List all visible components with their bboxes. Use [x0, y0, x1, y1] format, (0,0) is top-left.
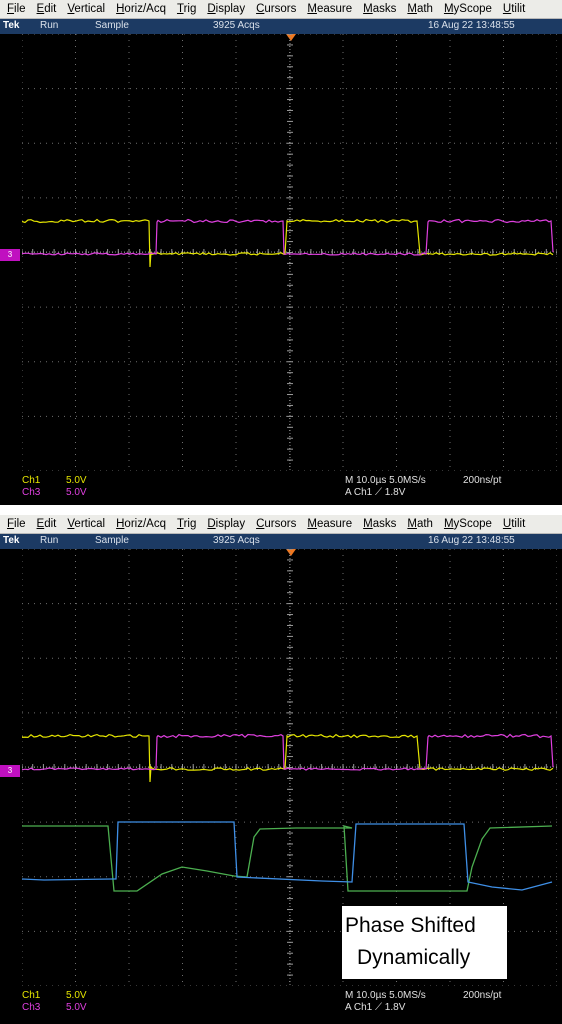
menu-edit[interactable]: Edit — [37, 3, 57, 15]
menu-vertical[interactable]: Vertical — [67, 518, 105, 530]
ch3-label[interactable]: Ch3 — [22, 487, 40, 498]
divider — [0, 505, 562, 515]
run-state[interactable]: Run — [40, 535, 58, 546]
waveform-display — [22, 34, 557, 471]
timestamp: 16 Aug 22 13:48:55 — [428, 20, 515, 31]
trigger-readout[interactable]: A Ch1 ⟋ 1.8V — [345, 1002, 405, 1013]
ch3-scale[interactable]: 5.0V — [66, 487, 87, 498]
menu-math[interactable]: Math — [407, 3, 433, 15]
menu-utilities[interactable]: Utilit — [503, 3, 525, 15]
blue-trace — [22, 822, 552, 890]
ch3-ground-marker[interactable]: 3 — [0, 765, 20, 777]
status-bar: Tek Run Sample 3925 Acqs 16 Aug 22 13:48… — [0, 19, 562, 34]
menu-cursors[interactable]: Cursors — [256, 3, 296, 15]
timebase-readout[interactable]: M 10.0µs 5.0MS/s — [345, 475, 426, 486]
menu-file[interactable]: File — [7, 3, 26, 15]
menu-vertical[interactable]: Vertical — [67, 3, 105, 15]
menu-display[interactable]: Display — [207, 518, 245, 530]
menu-trig[interactable]: Trig — [177, 3, 196, 15]
timestamp: 16 Aug 22 13:48:55 — [428, 535, 515, 546]
status-bar: Tek Run Sample 3925 Acqs 16 Aug 22 13:48… — [0, 534, 562, 549]
ch3-trace — [22, 220, 553, 256]
menu-bar: File Edit Vertical Horiz/Acq Trig Displa… — [0, 515, 562, 534]
annotation-box: Phase Shifted Dynamically — [342, 906, 507, 979]
menu-masks[interactable]: Masks — [363, 518, 396, 530]
grid-lines — [22, 34, 557, 471]
resolution-readout: 200ns/pt — [463, 990, 501, 1001]
timebase-readout[interactable]: M 10.0µs 5.0MS/s — [345, 990, 426, 1001]
ch1-trace — [22, 735, 553, 782]
menu-myscope[interactable]: MyScope — [444, 518, 492, 530]
ch1-trace — [22, 220, 553, 268]
ch3-ground-marker[interactable]: 3 — [0, 249, 20, 261]
ch1-scale[interactable]: 5.0V — [66, 475, 87, 486]
menu-measure[interactable]: Measure — [307, 518, 352, 530]
menu-horiz-acq[interactable]: Horiz/Acq — [116, 3, 166, 15]
ch3-trace — [22, 735, 553, 771]
menu-math[interactable]: Math — [407, 518, 433, 530]
acq-mode[interactable]: Sample — [95, 535, 129, 546]
menu-edit[interactable]: Edit — [37, 518, 57, 530]
menu-measure[interactable]: Measure — [307, 3, 352, 15]
trigger-readout[interactable]: A Ch1 ⟋ 1.8V — [345, 487, 405, 498]
resolution-readout: 200ns/pt — [463, 475, 501, 486]
menu-display[interactable]: Display — [207, 3, 245, 15]
menu-utilities[interactable]: Utilit — [503, 518, 525, 530]
menu-myscope[interactable]: MyScope — [444, 3, 492, 15]
brand-label: Tek — [3, 20, 20, 31]
annotation-line-1: Phase Shifted — [345, 911, 476, 941]
ch3-scale[interactable]: 5.0V — [66, 1002, 87, 1013]
ch1-scale[interactable]: 5.0V — [66, 990, 87, 1001]
menu-horiz-acq[interactable]: Horiz/Acq — [116, 518, 166, 530]
waveform-graticule — [22, 34, 557, 471]
menu-trig[interactable]: Trig — [177, 518, 196, 530]
menu-masks[interactable]: Masks — [363, 3, 396, 15]
ch1-label[interactable]: Ch1 — [22, 475, 40, 486]
acq-mode[interactable]: Sample — [95, 20, 129, 31]
brand-label: Tek — [3, 535, 20, 546]
annotation-line-2: Dynamically — [357, 943, 470, 973]
scope-screen-top: File Edit Vertical Horiz/Acq Trig Displa… — [0, 0, 562, 505]
ch3-label[interactable]: Ch3 — [22, 1002, 40, 1013]
run-state[interactable]: Run — [40, 20, 58, 31]
menu-cursors[interactable]: Cursors — [256, 518, 296, 530]
menu-bar: File Edit Vertical Horiz/Acq Trig Displa… — [0, 0, 562, 19]
menu-file[interactable]: File — [7, 518, 26, 530]
green-trace — [22, 826, 552, 891]
acq-count: 3925 Acqs — [213, 535, 260, 546]
acq-count: 3925 Acqs — [213, 20, 260, 31]
ch1-label[interactable]: Ch1 — [22, 990, 40, 1001]
